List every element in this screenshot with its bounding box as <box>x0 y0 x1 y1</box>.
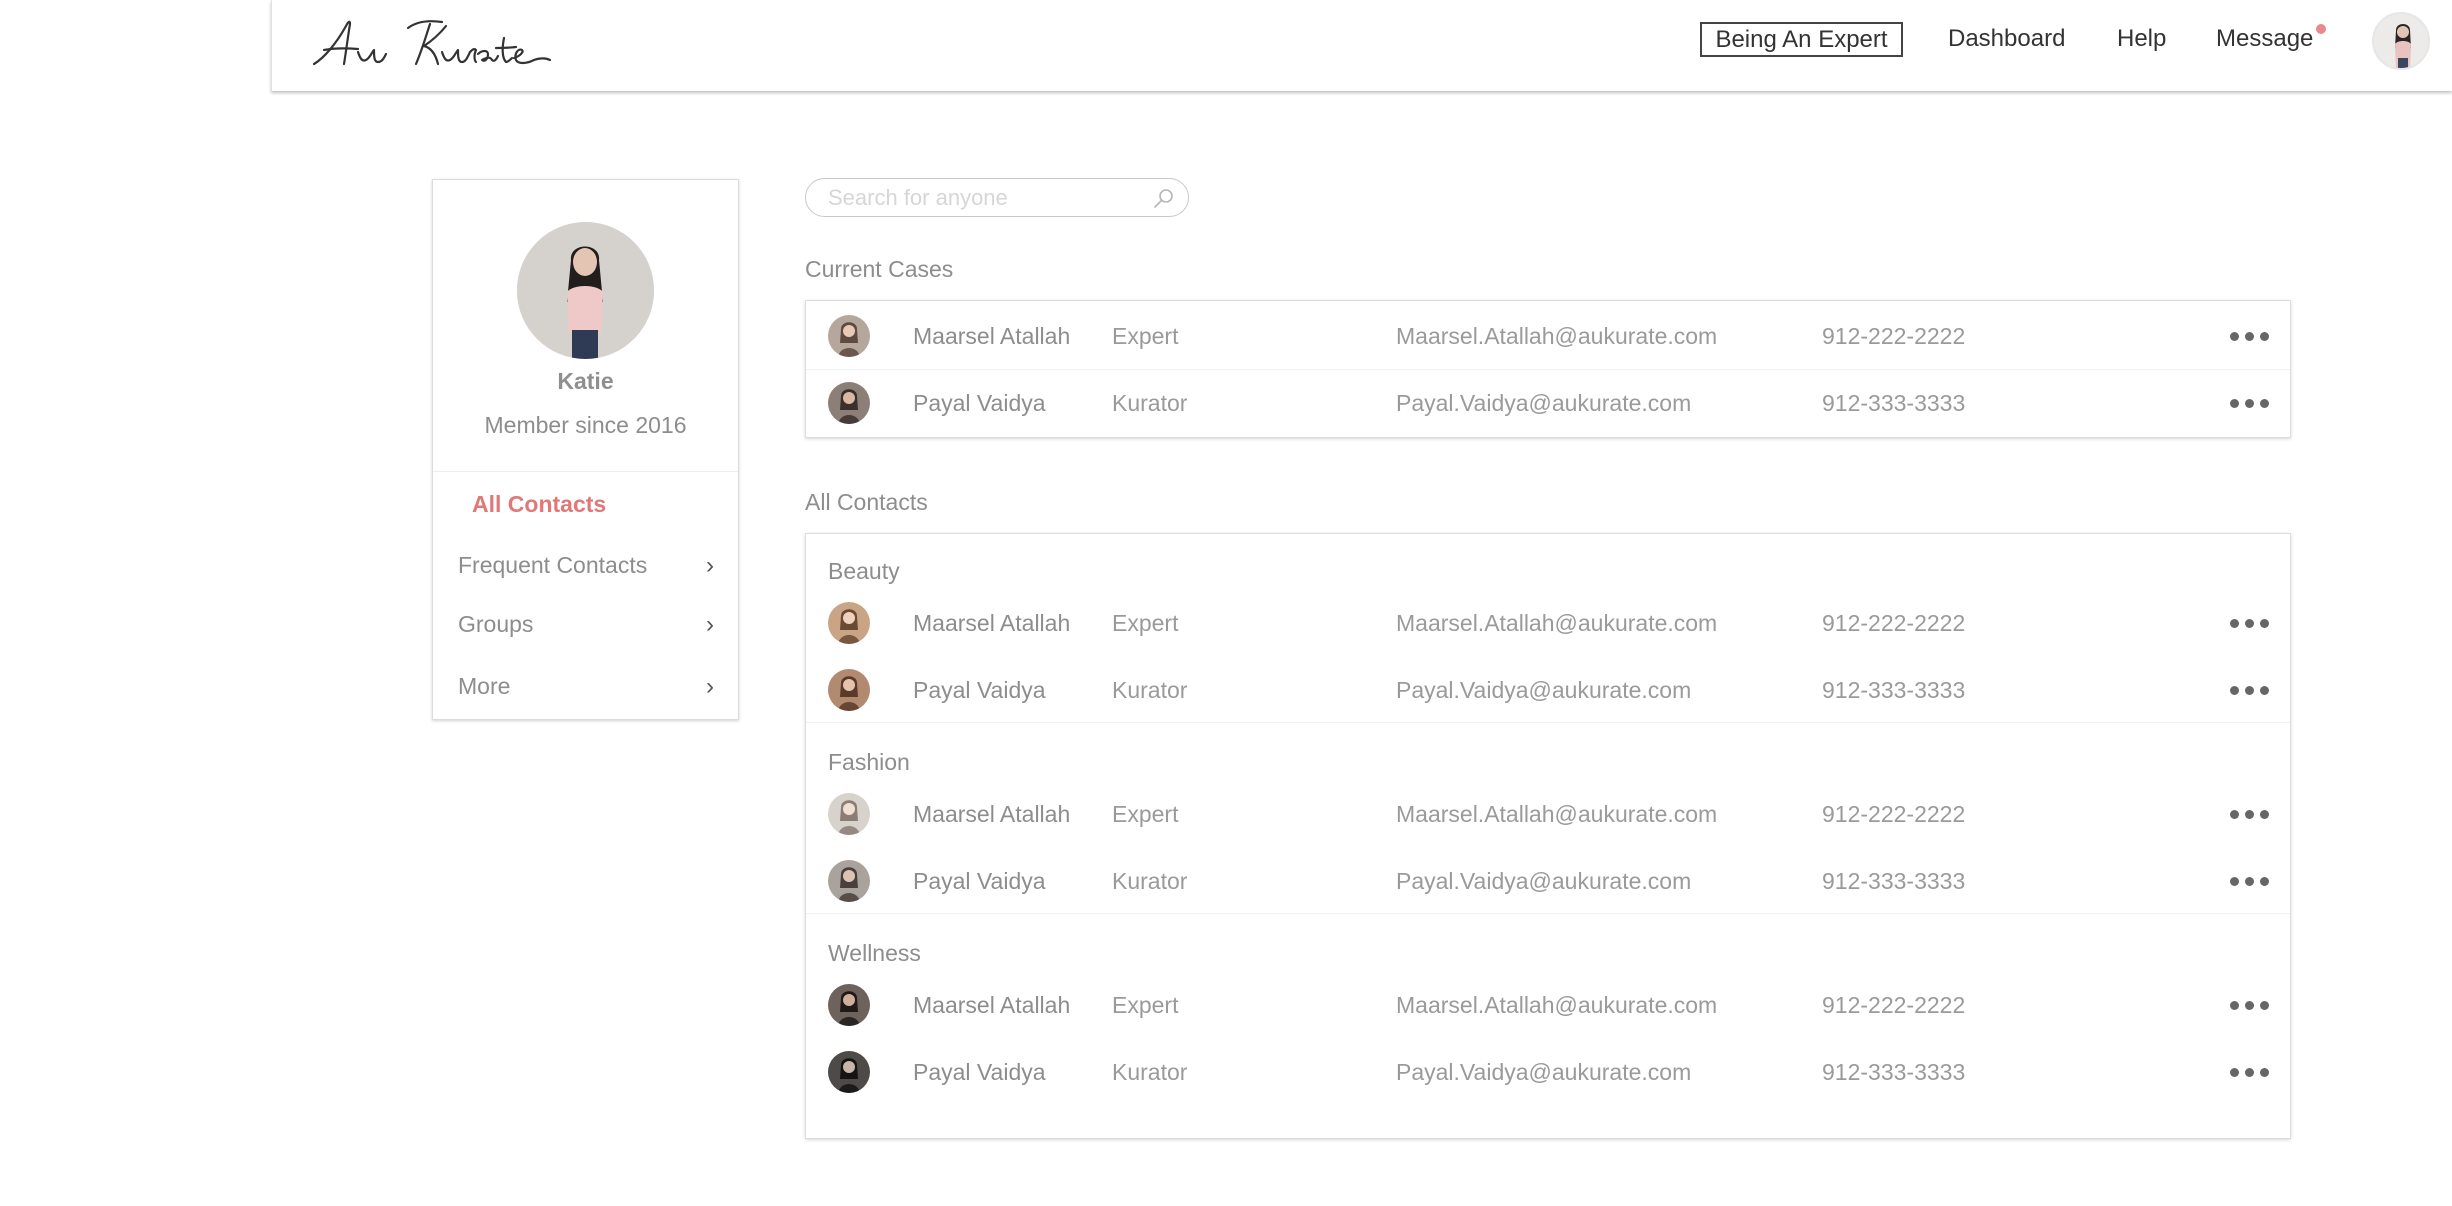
menu-more-label: More <box>458 673 511 699</box>
more-options-icon[interactable] <box>2228 993 2272 1015</box>
group-divider <box>806 913 2290 914</box>
contact-role: Expert <box>1112 801 1179 827</box>
chevron-right-icon: › <box>706 552 714 579</box>
contact-name[interactable]: Payal Vaidya <box>913 1059 1046 1086</box>
all-contacts-panel: Beauty Maarsel Atallah Expert Maarsel.Atall… <box>805 533 2291 1139</box>
menu-all-contacts[interactable]: All Contacts <box>472 491 718 518</box>
all-contacts-title: All Contacts <box>805 489 928 515</box>
contact-role: Expert <box>1112 610 1179 636</box>
menu-groups[interactable]: Groups › <box>458 611 718 638</box>
contact-row[interactable]: Payal Vaidya Kurator Payal.Vaidya@aukurate… <box>806 848 2290 914</box>
menu-all-contacts-label: All Contacts <box>472 491 607 517</box>
contact-role: Expert <box>1112 992 1179 1018</box>
current-cases-title: Current Cases <box>805 256 954 282</box>
contact-row[interactable]: Maarsel Atallah Expert Maarsel.Atallah@auk… <box>806 972 2290 1038</box>
search-icon[interactable] <box>1152 186 1176 210</box>
nav-dashboard-link[interactable]: Dashboard <box>1948 25 2065 53</box>
contact-phone: 912-222-2222 <box>1822 801 1966 827</box>
contact-role: Kurator <box>1112 1059 1188 1085</box>
contact-name[interactable]: Maarsel Atallah <box>913 610 1070 637</box>
contact-avatar <box>828 860 870 902</box>
group-label: Fashion <box>828 749 910 775</box>
contact-phone: 912-333-3333 <box>1822 1059 1966 1085</box>
contact-avatar <box>828 382 870 424</box>
contact-email[interactable]: Maarsel.Atallah@aukurate.com <box>1396 801 1717 828</box>
chevron-right-icon: › <box>706 673 714 700</box>
contact-phone: 912-333-3333 <box>1822 390 1966 416</box>
group-label: Wellness <box>828 940 921 966</box>
contact-name[interactable]: Maarsel Atallah <box>913 323 1070 350</box>
user-avatar-image <box>2374 14 2428 68</box>
contact-avatar <box>828 669 870 711</box>
member-since: Member since 2016 <box>484 412 687 438</box>
top-nav-bar: Being An Expert Dashboard Help Message <box>271 0 2452 91</box>
more-options-icon[interactable] <box>2228 391 2272 413</box>
au-kurate-logo[interactable] <box>312 8 552 78</box>
profile-divider <box>433 471 738 472</box>
current-cases-panel: Maarsel Atallah Expert Maarsel.Atallah@auk… <box>805 300 2291 438</box>
contact-name[interactable]: Payal Vaidya <box>913 868 1046 895</box>
search-input[interactable] <box>828 183 1148 213</box>
contact-name[interactable]: Payal Vaidya <box>913 390 1046 417</box>
contact-name[interactable]: Maarsel Atallah <box>913 992 1070 1019</box>
contact-phone: 912-222-2222 <box>1822 323 1966 349</box>
contact-phone: 912-222-2222 <box>1822 610 1966 636</box>
more-options-icon[interactable] <box>2228 802 2272 824</box>
profile-card: Katie Member since 2016 All Contacts Fre… <box>432 179 739 720</box>
contact-email[interactable]: Maarsel.Atallah@aukurate.com <box>1396 610 1717 637</box>
contact-phone: 912-222-2222 <box>1822 992 1966 1018</box>
contact-email[interactable]: Maarsel.Atallah@aukurate.com <box>1396 992 1717 1019</box>
user-avatar[interactable] <box>2372 12 2430 70</box>
contact-name[interactable]: Payal Vaidya <box>913 677 1046 704</box>
contact-name[interactable]: Maarsel Atallah <box>913 801 1070 828</box>
being-an-expert-button[interactable]: Being An Expert <box>1700 22 1903 57</box>
chevron-right-icon: › <box>706 611 714 638</box>
contact-avatar <box>828 984 870 1026</box>
search-box <box>805 178 1189 217</box>
logo-script-mark <box>312 20 552 66</box>
more-options-icon[interactable] <box>2228 869 2272 891</box>
nav-message-link[interactable]: Message <box>2216 25 2313 53</box>
contact-avatar <box>828 793 870 835</box>
more-options-icon[interactable] <box>2228 678 2272 700</box>
nav-help-link[interactable]: Help <box>2117 25 2166 53</box>
contact-phone: 912-333-3333 <box>1822 677 1966 703</box>
profile-name: Katie <box>557 368 614 394</box>
contact-row[interactable]: Maarsel Atallah Expert Maarsel.Atallah@auk… <box>806 781 2290 847</box>
contact-role: Kurator <box>1112 868 1188 894</box>
more-options-icon[interactable] <box>2228 611 2272 633</box>
contact-role: Expert <box>1112 323 1179 349</box>
group-label: Beauty <box>828 558 900 584</box>
more-options-icon[interactable] <box>2228 1060 2272 1082</box>
contact-email[interactable]: Payal.Vaidya@aukurate.com <box>1396 868 1691 895</box>
contact-role: Kurator <box>1112 390 1188 416</box>
menu-more[interactable]: More › <box>458 673 718 700</box>
menu-frequent-contacts-label: Frequent Contacts <box>458 552 648 578</box>
contact-email[interactable]: Maarsel.Atallah@aukurate.com <box>1396 323 1717 350</box>
message-notification-dot <box>2316 24 2326 34</box>
contact-email[interactable]: Payal.Vaidya@aukurate.com <box>1396 1059 1691 1086</box>
contact-row[interactable]: Payal Vaidya Kurator Payal.Vaidya@aukurate… <box>806 370 2290 436</box>
menu-groups-label: Groups <box>458 611 534 637</box>
contact-avatar <box>828 602 870 644</box>
contact-avatar <box>828 1051 870 1093</box>
group-divider <box>806 722 2290 723</box>
contact-row[interactable]: Payal Vaidya Kurator Payal.Vaidya@aukurate… <box>806 657 2290 723</box>
more-options-icon[interactable] <box>2228 324 2272 346</box>
contact-row[interactable]: Payal Vaidya Kurator Payal.Vaidya@aukurate… <box>806 1039 2290 1105</box>
contact-role: Kurator <box>1112 677 1188 703</box>
contact-phone: 912-333-3333 <box>1822 868 1966 894</box>
contact-row[interactable]: Maarsel Atallah Expert Maarsel.Atallah@auk… <box>806 303 2290 369</box>
profile-photo-image <box>517 222 654 359</box>
contact-email[interactable]: Payal.Vaidya@aukurate.com <box>1396 390 1691 417</box>
contact-avatar <box>828 315 870 357</box>
contact-email[interactable]: Payal.Vaidya@aukurate.com <box>1396 677 1691 704</box>
profile-photo <box>517 222 654 359</box>
menu-frequent-contacts[interactable]: Frequent Contacts › <box>458 552 718 579</box>
contact-row[interactable]: Maarsel Atallah Expert Maarsel.Atallah@auk… <box>806 590 2290 656</box>
